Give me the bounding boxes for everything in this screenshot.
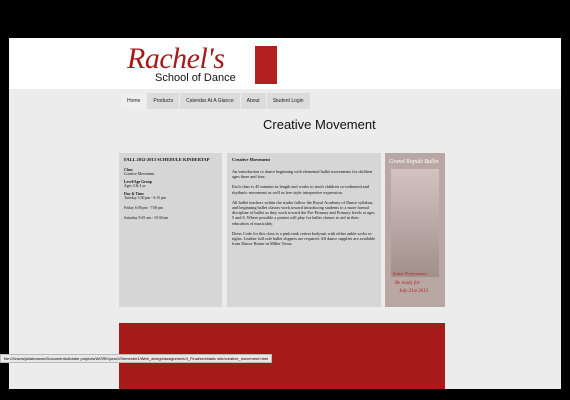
nav-products[interactable]: Products [147,93,180,109]
dancer-logo-icon [255,46,277,84]
description-paragraph: Dress Code for this class is a pink tank… [232,230,376,247]
status-bar-url: file:///Users/juliabrowne/Documents/Adob… [0,354,273,363]
nav-calendar[interactable]: Calendar At A Glance [180,93,240,109]
performance-poster: Grand Rapids Ballet Senior Performance B… [385,153,445,307]
description-heading: Creative Movement [232,157,271,162]
nav-student-login[interactable]: Student Login [266,93,310,109]
description-paragraph: All ballet teachers within the studio fo… [232,199,375,226]
description-panel: Creative Movement An introduction to dan… [227,153,381,307]
site-header: Rachel's School of Dance [9,38,561,89]
dancer-image [391,169,439,277]
poster-title: Grand Rapids Ballet [389,159,439,165]
poster-line-3: July 21st 2013 [399,289,429,294]
nav-about[interactable]: About [240,93,266,109]
description-paragraph: Each class is 45 minutes in length and w… [232,184,369,195]
class-label: Class [124,168,133,172]
main-nav: Home Products Calendar At A Glance About… [121,93,311,109]
description-paragraph: An introduction to dance beginning with … [232,169,373,180]
page-title: Creative Movement [263,117,376,132]
poster-line-2: Be ready for [395,281,420,286]
nav-home[interactable]: Home [121,93,147,109]
schedule-heading: FALL 2012-2013 SCHEDULE KINDERTAP [124,157,210,162]
site-logo[interactable]: Rachel's School of Dance [127,42,287,88]
time-3: Saturday 9:45 am - 10:30 am [124,216,169,220]
level-label: Level/Age Group [124,180,152,184]
schedule-panel: FALL 2012-2013 SCHEDULE KINDERTAP Class … [119,153,222,307]
poster-line-1: Senior Performance [393,271,427,276]
day-label: Day & Time [124,192,144,196]
logo-script-text: Rachel's [127,42,225,75]
web-page: Rachel's School of Dance Home Products C… [9,38,561,389]
logo-subtitle: School of Dance [155,72,236,84]
time-2: Friday 6:00 pm - 7:00 pm [124,206,164,210]
